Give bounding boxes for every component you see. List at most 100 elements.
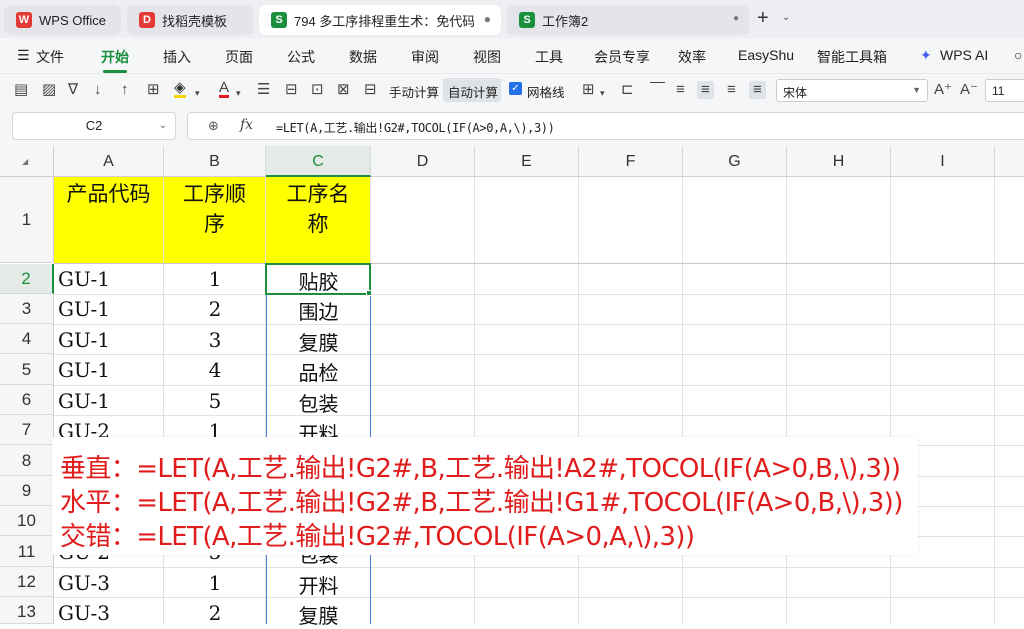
cell-a5[interactable]: GU-1: [58, 358, 110, 382]
menu-wps-ai[interactable]: WPS AI: [940, 47, 988, 63]
fill-handle[interactable]: [366, 290, 372, 296]
rows-columns-icon[interactable]: ⊡: [311, 81, 324, 99]
row-header-10[interactable]: 10: [0, 506, 54, 536]
column-header-i[interactable]: I: [891, 146, 995, 177]
font-color-dropdown-icon[interactable]: ▾: [236, 84, 241, 102]
tab-wps-office[interactable]: W WPS Office: [4, 5, 121, 35]
sort-descending-icon[interactable]: ↑: [121, 81, 129, 99]
cell-a4[interactable]: GU-1: [58, 328, 110, 352]
paste-icon[interactable]: ▤: [14, 81, 28, 99]
increase-font-icon[interactable]: A⁺: [934, 81, 952, 99]
cell-style-icon[interactable]: ⊞: [582, 81, 595, 99]
row-header-9[interactable]: 9: [0, 476, 54, 506]
freeze-panes-icon[interactable]: ⊏: [621, 81, 634, 99]
font-color-icon[interactable]: A: [219, 80, 230, 98]
cell-a2[interactable]: GU-1: [58, 267, 110, 291]
cell-b13[interactable]: 2: [164, 601, 266, 625]
column-header-a[interactable]: A: [54, 146, 164, 177]
column-header-h[interactable]: H: [787, 146, 891, 177]
cell-c1[interactable]: 工序名 称: [266, 177, 371, 263]
manual-calc-button[interactable]: 手动计算: [389, 82, 439, 101]
align-top-icon[interactable]: ⎺: [650, 81, 665, 99]
menu-page[interactable]: 页面: [225, 47, 253, 67]
tab-list-chevron-icon[interactable]: ⌄: [782, 12, 790, 23]
column-header-c[interactable]: C: [266, 146, 371, 177]
menu-home[interactable]: 开始: [101, 47, 129, 67]
select-all-corner[interactable]: ◢: [0, 146, 54, 177]
merge-cells-icon[interactable]: ⊟: [285, 81, 298, 99]
cell-b12[interactable]: 1: [164, 571, 266, 595]
row-header-6[interactable]: 6: [0, 385, 54, 415]
column-header-j[interactable]: [995, 146, 1024, 177]
borders-icon[interactable]: ⊞: [147, 81, 160, 99]
column-header-d[interactable]: D: [371, 146, 475, 177]
row-header-7[interactable]: 7: [0, 415, 54, 445]
font-name-select[interactable]: 宋体 ▼: [776, 79, 928, 102]
tab-modified-dot-icon[interactable]: ●: [733, 13, 739, 24]
sort-ascending-icon[interactable]: ↓: [94, 81, 102, 99]
menu-view[interactable]: 视图: [473, 47, 501, 67]
menu-data[interactable]: 数据: [349, 47, 377, 67]
cell-b5[interactable]: 4: [164, 358, 266, 382]
cell-b4[interactable]: 3: [164, 328, 266, 352]
menu-efficiency[interactable]: 效率: [678, 47, 706, 67]
row-header-8[interactable]: 8: [0, 445, 54, 476]
column-header-f[interactable]: F: [579, 146, 683, 177]
cell-a6[interactable]: GU-1: [58, 389, 110, 413]
worksheet-icon[interactable]: ⊠: [337, 81, 350, 99]
menu-formulas[interactable]: 公式: [287, 47, 315, 67]
decrease-font-icon[interactable]: A⁻: [960, 81, 978, 99]
cell-b2[interactable]: 1: [164, 267, 266, 291]
formula-input[interactable]: ⊕ fx =LET(A,工艺.输出!G2#,TOCOL(IF(A>0,A,\),…: [187, 112, 1024, 140]
zoom-lookup-icon[interactable]: ⊕: [208, 118, 219, 134]
search-icon[interactable]: ○: [1014, 47, 1022, 63]
cell-style-dropdown-icon[interactable]: ▾: [600, 84, 605, 102]
align-left-icon[interactable]: ≡: [676, 81, 685, 99]
cell-a3[interactable]: GU-1: [58, 297, 110, 321]
name-box[interactable]: C2 ⌄: [12, 112, 176, 140]
column-header-e[interactable]: E: [475, 146, 579, 177]
row-header-2[interactable]: 2: [0, 264, 54, 294]
tab-docer-templates[interactable]: D 找稻壳模板: [127, 5, 253, 35]
row-header-13[interactable]: 13: [0, 597, 54, 624]
align-center-icon[interactable]: ≡: [697, 81, 714, 99]
row-header-12[interactable]: 12: [0, 567, 54, 597]
menu-insert[interactable]: 插入: [163, 47, 191, 67]
menu-tools[interactable]: 工具: [535, 47, 563, 67]
format-painter-icon[interactable]: ▨: [42, 81, 56, 99]
fill-color-icon[interactable]: ◈: [174, 80, 186, 98]
menu-easyshu[interactable]: EasyShu: [738, 47, 794, 63]
column-header-b[interactable]: B: [164, 146, 266, 177]
wrap-text-icon[interactable]: ☰: [257, 81, 270, 99]
menu-review[interactable]: 审阅: [411, 47, 439, 67]
cell-a1[interactable]: 产品代码: [54, 177, 164, 263]
align-right-icon[interactable]: ≡: [727, 81, 736, 99]
row-header-3[interactable]: 3: [0, 294, 54, 324]
cell-b3[interactable]: 2: [164, 297, 266, 321]
filter-icon[interactable]: ∇: [68, 81, 78, 99]
fill-color-dropdown-icon[interactable]: ▾: [195, 84, 200, 102]
cell-a12[interactable]: GU-3: [58, 571, 110, 595]
row-header-11[interactable]: 11: [0, 536, 54, 567]
menu-smart-toolbox[interactable]: 智能工具箱: [817, 47, 887, 67]
insert-function-icon[interactable]: fx: [240, 117, 253, 133]
cell-a13[interactable]: GU-3: [58, 601, 110, 625]
cell-b1[interactable]: 工序顺 序: [164, 177, 266, 263]
row-header-4[interactable]: 4: [0, 324, 54, 354]
row-header-1[interactable]: 1: [0, 177, 54, 263]
menu-file[interactable]: 文件: [36, 47, 64, 67]
tab-workbook2[interactable]: S 工作簿2 ●: [507, 5, 749, 35]
tab-active-workbook[interactable]: S 794 多工序排程重生术：免代码免 ●: [259, 5, 501, 35]
formula-text[interactable]: =LET(A,工艺.输出!G2#,TOCOL(IF(A>0,A,\),3)): [276, 119, 555, 136]
new-tab-plus-icon[interactable]: +: [757, 7, 769, 30]
hamburger-menu-icon[interactable]: ☰: [17, 47, 30, 64]
recalculate-icon[interactable]: ⊟: [364, 81, 377, 99]
auto-calc-button[interactable]: 自动计算: [448, 82, 498, 101]
row-header-5[interactable]: 5: [0, 354, 54, 385]
align-middle-icon[interactable]: ≡: [749, 81, 766, 99]
column-header-g[interactable]: G: [683, 146, 787, 177]
tab-modified-dot-icon[interactable]: ●: [484, 12, 491, 26]
menu-member[interactable]: 会员专享: [594, 47, 650, 67]
font-size-select[interactable]: 11: [985, 79, 1024, 102]
gridlines-checkbox[interactable]: ✓: [509, 82, 522, 95]
